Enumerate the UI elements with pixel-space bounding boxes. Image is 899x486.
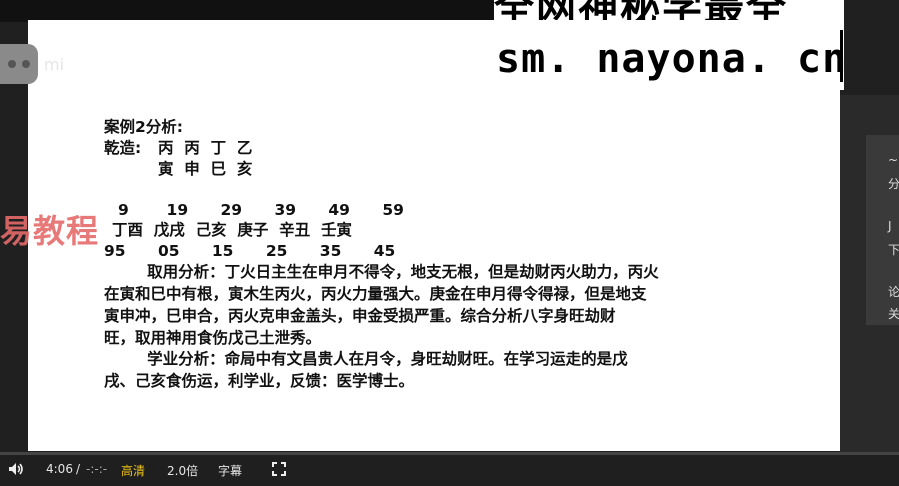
speed-button[interactable]: 2.0倍 <box>167 462 198 479</box>
top-bar <box>0 0 560 22</box>
side-panel-item[interactable]: 论 <box>888 283 899 300</box>
subtitle-button[interactable]: 字幕 <box>218 462 242 479</box>
side-panel-item[interactable]: ~ <box>888 153 898 167</box>
analysis-line: 取用分析：丁火日主生在申月不得令，地支无根，但是劫财丙火助力，丙火 <box>104 263 659 281</box>
side-panel-item[interactable]: 分 <box>888 175 899 192</box>
fullscreen-icon[interactable] <box>272 462 286 476</box>
side-panel-item[interactable]: 下 <box>888 241 899 258</box>
site-watermark: 全网神秘学最全 sm. nayona. cn <box>494 0 848 90</box>
progress-bar[interactable] <box>0 452 899 455</box>
watermark-slogan: 全网神秘学最全 <box>494 0 844 20</box>
heavenly-stems: 丙 丙 丁 乙 <box>158 139 253 157</box>
text-cursor <box>840 30 843 82</box>
quality-button[interactable]: 高清 <box>121 462 145 479</box>
dayun-ages: 9 19 29 39 49 59 <box>118 201 404 219</box>
analysis-line: 在寅和巳中有根，寅木生丙火，丙火力量强大。庚金在申月得令得禄，但是地支 <box>104 285 647 303</box>
channel-logo-icon <box>0 44 38 84</box>
qianzao-label: 乾造: <box>104 139 142 157</box>
side-panel-item[interactable]: 关 <box>888 305 899 322</box>
study-analysis-line: 戌、己亥食伤运，利学业，反馈：医学博士。 <box>104 372 415 390</box>
watermark-url: sm. nayona. cn <box>496 36 848 82</box>
study-analysis-line: 学业分析：命局中有文昌贵人在月令，身旺劫财旺。在学习运走的是戊 <box>104 350 628 368</box>
red-watermark: 易教程 <box>0 212 100 250</box>
side-panel-item[interactable]: J <box>888 219 892 233</box>
faint-watermark-text: mi <box>44 55 65 74</box>
analysis-line: 旺，取用神用食伤戊己土泄秀。 <box>104 329 322 347</box>
time-separator: / <box>76 462 81 476</box>
duration: -:-:- <box>86 462 108 476</box>
earthly-branches: 寅 申 巳 亥 <box>158 160 253 178</box>
volume-icon[interactable] <box>8 462 24 476</box>
side-panel[interactable]: ~ 分 J 下 论 关 <box>866 135 899 325</box>
analysis-line: 寅申冲，巳申合，丙火克申金盖头，申金受损严重。综合分析八字身旺劫财 <box>104 307 616 325</box>
dayun-years: 95 05 15 25 35 45 <box>104 242 396 260</box>
current-time: 4:06 <box>46 462 73 476</box>
slide-title: 案例2分析: <box>104 118 183 136</box>
dayun-pillars: 丁酉 戊戌 己亥 庚子 辛丑 壬寅 <box>112 221 352 239</box>
